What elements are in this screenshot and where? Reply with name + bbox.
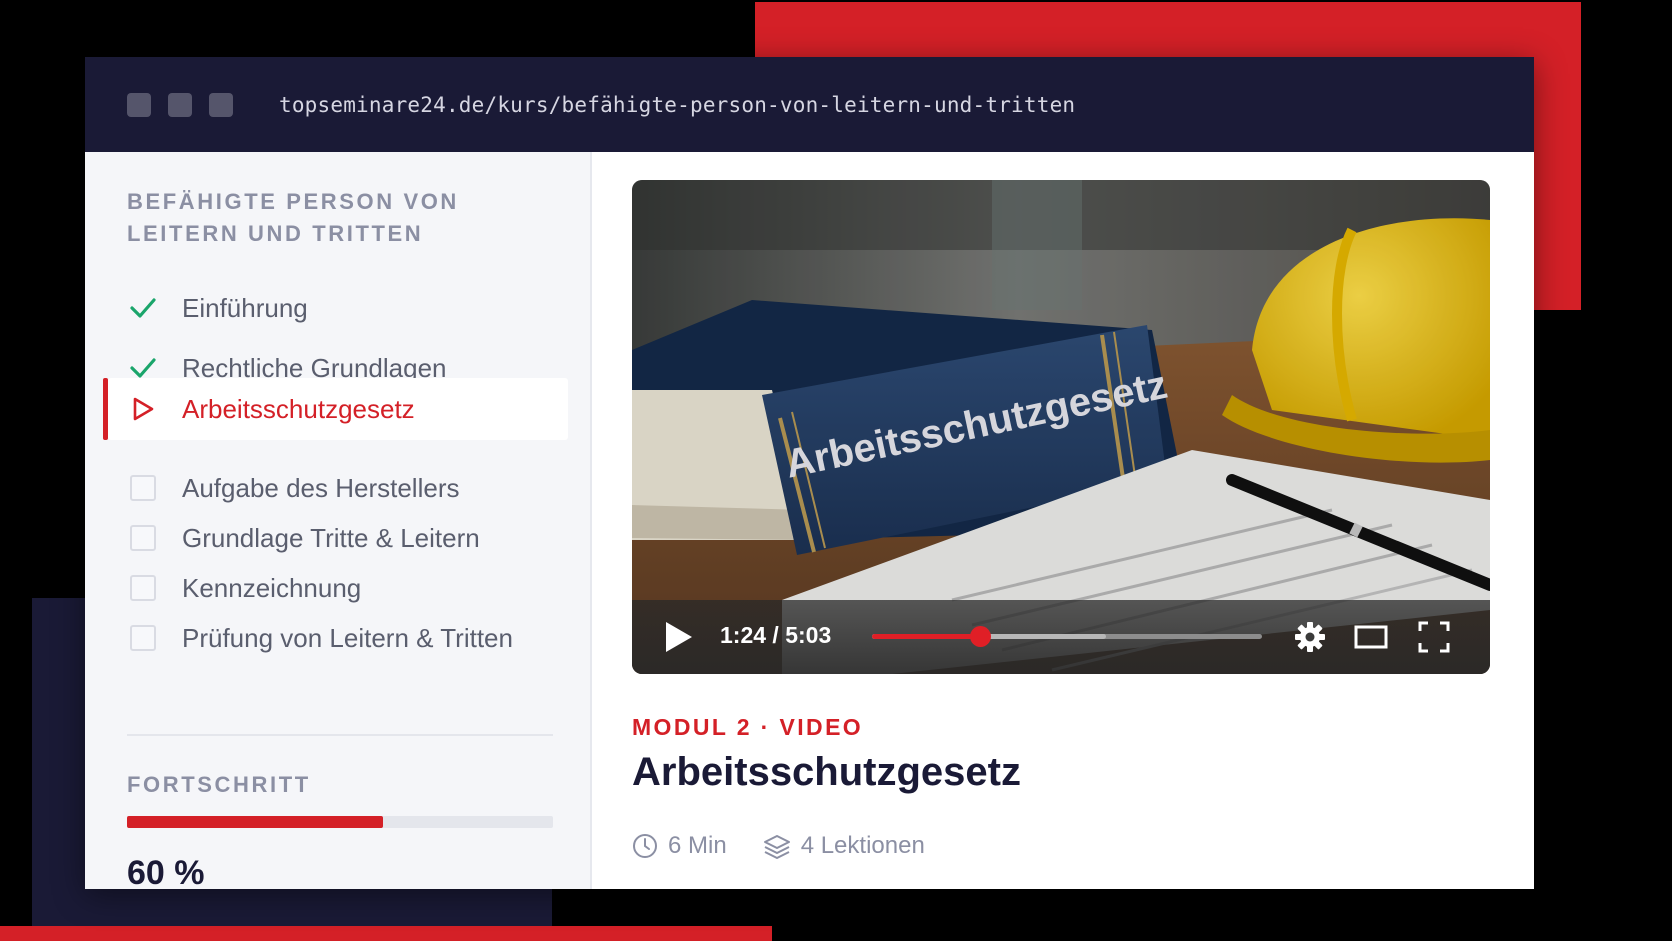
window-control-maximize[interactable] [209,92,233,117]
layers-icon [763,835,790,859]
checkbox-icon [127,622,159,654]
settings-gear-icon[interactable] [1292,619,1328,655]
checkbox-icon [127,572,159,604]
progress-bar [127,816,553,828]
theater-mode-icon[interactable] [1353,619,1389,655]
course-sidebar: BEFÄHIGTE PERSON VON LEITERN UND TRITTEN… [85,152,592,889]
sidebar-item-label: Einführung [182,292,308,323]
decorative-red-stripe-bottom [0,926,772,941]
sidebar-item-pruefung-leitern-tritten[interactable]: Prüfung von Leitern & Tritten [127,618,513,658]
sidebar-item-grundlage-tritte-leitern[interactable]: Grundlage Tritte & Leitern [127,518,480,558]
fullscreen-icon[interactable] [1416,619,1452,655]
lesson-meta: 6 Min 4 Lektionen [632,832,961,860]
window-controls [127,92,233,117]
timeline-scrubber[interactable] [970,626,992,647]
sidebar-item-label: Prüfung von Leitern & Tritten [182,622,513,653]
sidebar-item-label: Arbeitsschutzgesetz [182,393,415,424]
video-time: 1:24 / 5:03 [720,622,832,648]
module-label: MODUL 2 · VIDEO [632,714,864,740]
course-title: BEFÄHIGTE PERSON VON LEITERN UND TRITTEN [127,189,459,246]
progress-bar-fill [127,816,383,828]
window-control-close[interactable] [127,92,151,117]
check-icon [127,292,159,324]
play-icon[interactable] [664,620,694,654]
lesson-title: Arbeitsschutzgesetz [632,750,1021,794]
window-control-minimize[interactable] [168,92,192,117]
duration-meta: 6 Min [632,832,727,860]
sidebar-item-aufgabe-des-herstellers[interactable]: Aufgabe des Herstellers [127,468,459,508]
lesson-content: Arbeitsschutzgesetz 1:24 / 5:03 MODUL 2 … [592,152,1534,889]
progress-value: 60 % [127,854,205,889]
sidebar-item-label: Aufgabe des Herstellers [182,472,460,503]
checkbox-icon [127,472,159,504]
sidebar-item-kennzeichnung[interactable]: Kennzeichnung [127,568,361,608]
sidebar-item-label: Kennzeichnung [182,572,362,603]
sidebar-item-arbeitsschutzgesetz[interactable]: Arbeitsschutzgesetz [108,378,568,440]
address-bar-url[interactable]: topseminare24.de/kurs/befähigte-person-v… [279,93,1075,117]
checkbox-icon [127,522,159,554]
timeline-played [872,634,981,639]
video-player[interactable]: Arbeitsschutzgesetz 1:24 / 5:03 [632,180,1490,674]
browser-titlebar: topseminare24.de/kurs/befähigte-person-v… [85,57,1534,152]
clock-icon [633,834,657,858]
duration-text: 6 Min [668,832,727,859]
video-timeline[interactable] [872,626,1262,647]
sidebar-divider [127,734,553,736]
play-outline-icon [127,393,159,425]
video-controls: 1:24 / 5:03 [632,600,1490,674]
lessons-count-text: 4 Lektionen [800,832,925,859]
browser-window: topseminare24.de/kurs/befähigte-person-v… [85,57,1534,889]
sidebar-item-label: Grundlage Tritte & Leitern [182,522,480,553]
progress-label: FORTSCHRITT [127,772,311,797]
sidebar-item-einfuehrung[interactable]: Einführung [127,288,308,328]
lessons-meta: 4 Lektionen [763,832,925,860]
